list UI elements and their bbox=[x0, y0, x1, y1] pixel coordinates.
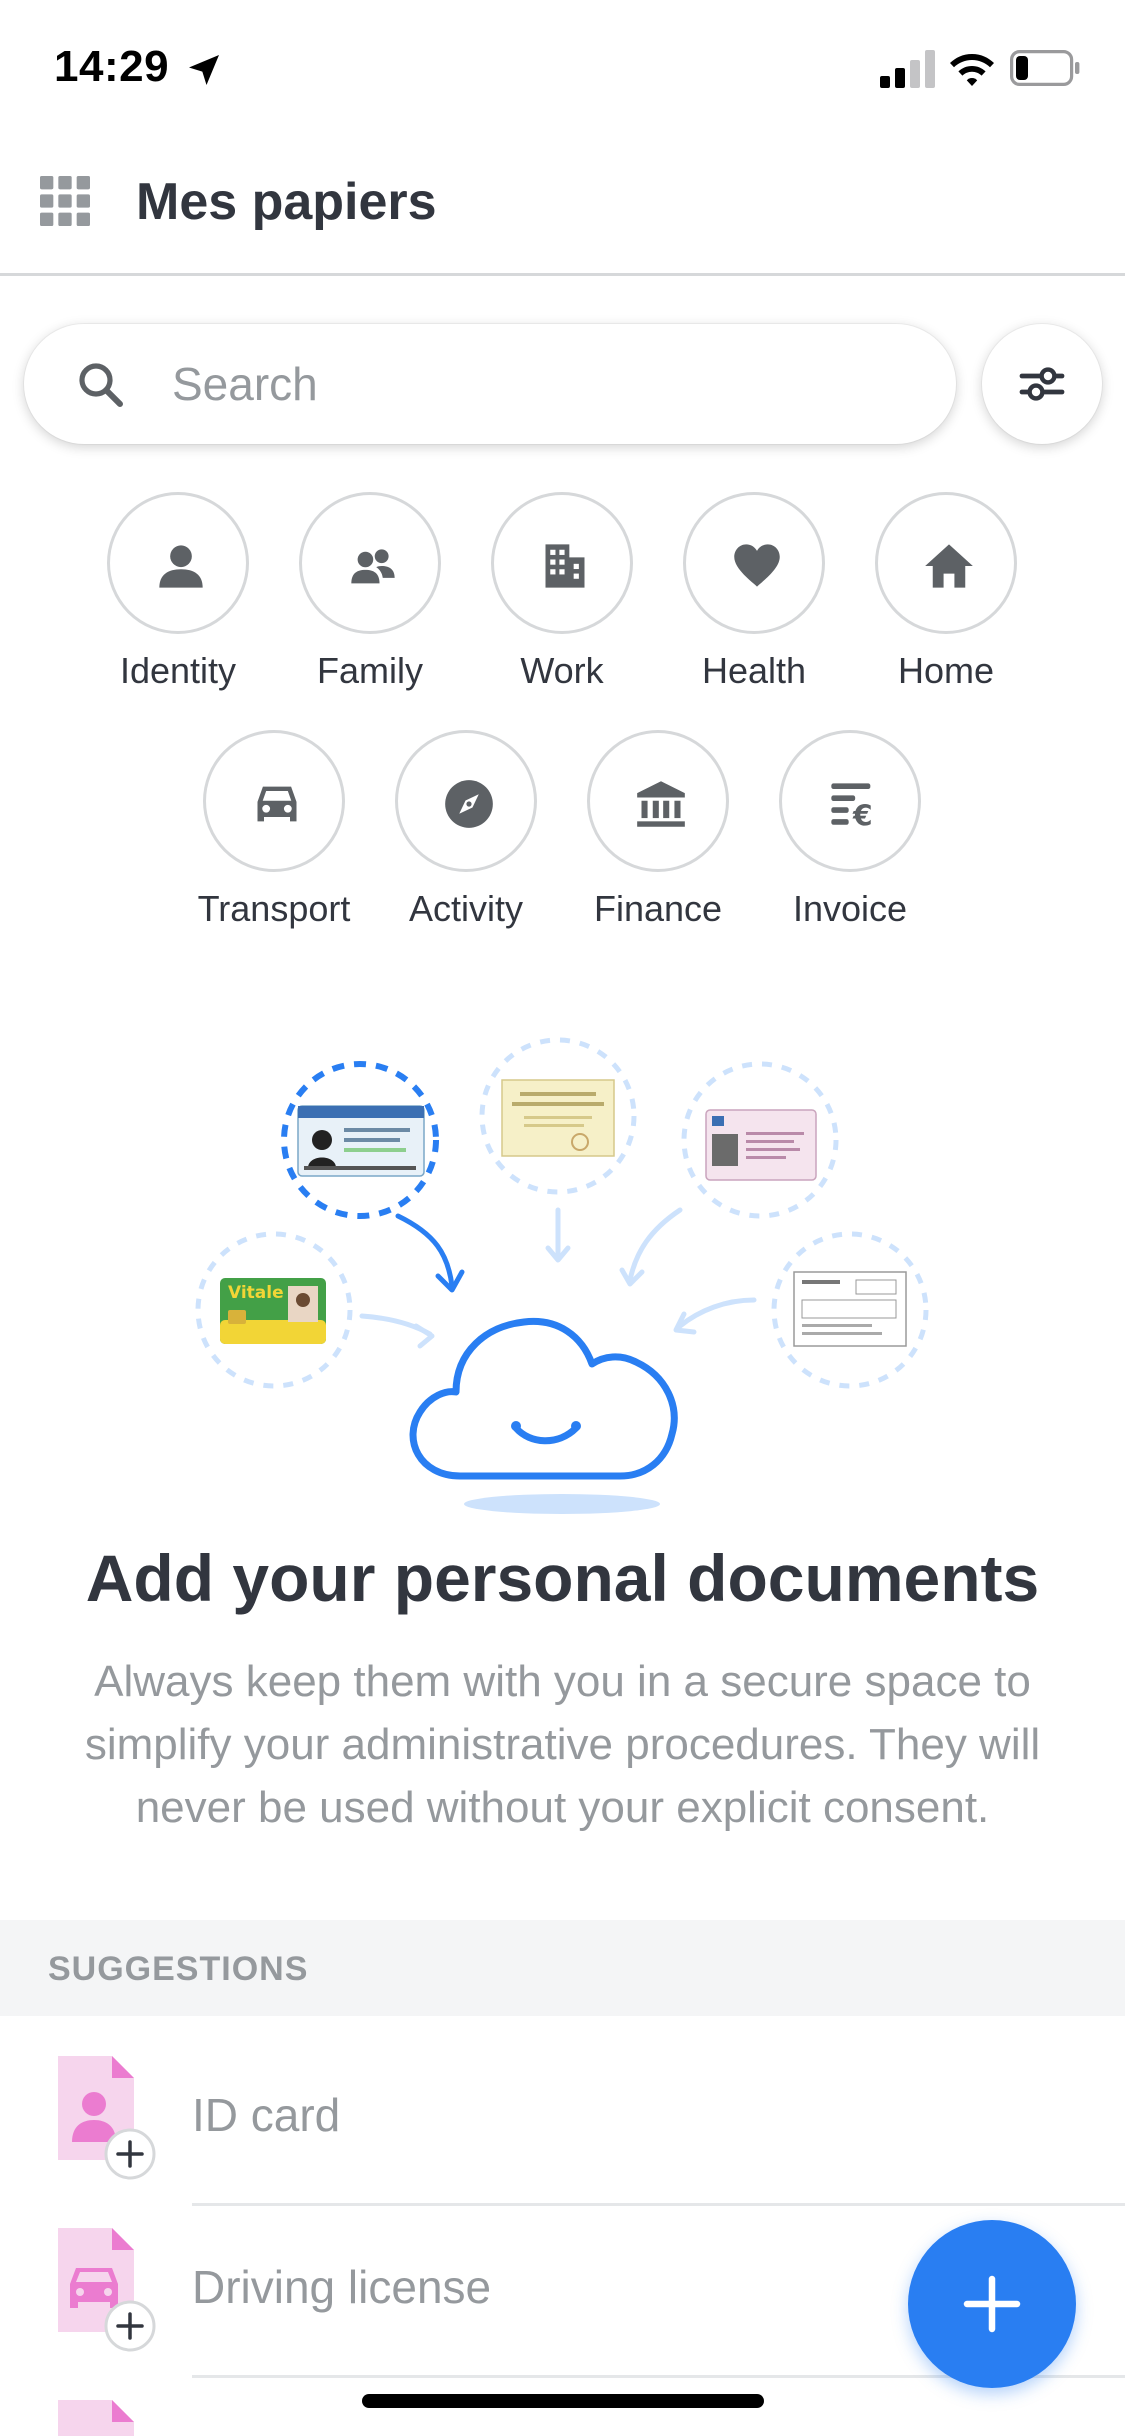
category-invoice-circle: € bbox=[779, 730, 921, 872]
svg-text:€: € bbox=[852, 800, 873, 830]
battery-icon bbox=[1010, 50, 1080, 86]
search-icon bbox=[79, 363, 123, 407]
category-activity[interactable]: Activity bbox=[370, 730, 562, 940]
person-icon bbox=[159, 545, 203, 588]
house-icon bbox=[925, 544, 973, 588]
status-bar: 14:29 bbox=[0, 0, 1125, 140]
suggestion-label: ID card bbox=[192, 2089, 341, 2141]
category-identity[interactable]: Identity bbox=[82, 492, 274, 702]
category-health[interactable]: Health bbox=[658, 492, 850, 702]
driving-license-icon bbox=[58, 2228, 156, 2352]
category-label: Identity bbox=[119, 650, 237, 691]
suggestion-item-id-card[interactable]: ID card bbox=[0, 2034, 1125, 2206]
category-transport-circle bbox=[203, 730, 345, 872]
add-document-button[interactable] bbox=[908, 2220, 1076, 2388]
category-home[interactable]: Home bbox=[850, 492, 1042, 702]
home-indicator[interactable] bbox=[362, 2394, 764, 2408]
suggestion-label: Driving license bbox=[192, 2261, 492, 2313]
category-label: Finance bbox=[593, 888, 723, 929]
category-label: Transport bbox=[197, 888, 351, 929]
compass-icon bbox=[445, 780, 493, 828]
suggestions-header: SUGGESTIONS bbox=[0, 1920, 1125, 2016]
wifi-icon bbox=[950, 54, 994, 86]
category-finance-circle bbox=[587, 730, 729, 872]
documents-cloud-illustration: Vitale bbox=[195, 1037, 929, 1514]
location-arrow-icon bbox=[189, 55, 219, 85]
category-label: Health bbox=[701, 650, 807, 691]
category-work-circle bbox=[491, 492, 633, 634]
category-family-circle bbox=[299, 492, 441, 634]
empty-state-title: Add your personal documents bbox=[85, 1541, 1040, 1615]
category-health-circle bbox=[683, 492, 825, 634]
status-time: 14:29 bbox=[54, 42, 170, 91]
category-label: Work bbox=[520, 650, 604, 691]
plus-icon bbox=[963, 2275, 1021, 2333]
cellular-signal-icon bbox=[880, 50, 935, 88]
svg-text:Vitale: Vitale bbox=[228, 1283, 284, 1303]
document-icon bbox=[58, 2400, 134, 2436]
heart-icon bbox=[734, 544, 780, 587]
building-icon bbox=[545, 544, 585, 588]
app-header: Mes papiers bbox=[0, 140, 1125, 276]
category-transport[interactable]: Transport bbox=[178, 730, 370, 940]
apps-grid-icon[interactable] bbox=[40, 176, 90, 226]
family-icon bbox=[351, 549, 395, 584]
filter-button[interactable] bbox=[982, 324, 1102, 444]
category-home-circle bbox=[875, 492, 1017, 634]
category-work[interactable]: Work bbox=[466, 492, 658, 702]
category-family[interactable]: Family bbox=[274, 492, 466, 702]
page-title: Mes papiers bbox=[136, 173, 437, 231]
search-input[interactable] bbox=[172, 346, 912, 422]
category-invoice[interactable]: € Invoice bbox=[754, 730, 946, 940]
category-label: Activity bbox=[408, 888, 523, 929]
bank-icon bbox=[637, 781, 685, 827]
category-activity-circle bbox=[395, 730, 537, 872]
id-card-icon bbox=[58, 2056, 156, 2180]
category-label: Invoice bbox=[792, 888, 908, 929]
invoice-icon: € bbox=[831, 783, 873, 830]
car-icon bbox=[257, 786, 297, 822]
category-finance[interactable]: Finance bbox=[562, 730, 754, 940]
suggestions-header-label: SUGGESTIONS bbox=[48, 1950, 309, 1988]
filter-sliders-icon bbox=[1019, 367, 1065, 401]
category-identity-circle bbox=[107, 492, 249, 634]
category-label: Home bbox=[897, 650, 995, 691]
category-label: Family bbox=[317, 650, 423, 691]
empty-state-description: Always keep them with you in a secure sp… bbox=[84, 1657, 1041, 1832]
search-bar[interactable] bbox=[24, 324, 956, 444]
